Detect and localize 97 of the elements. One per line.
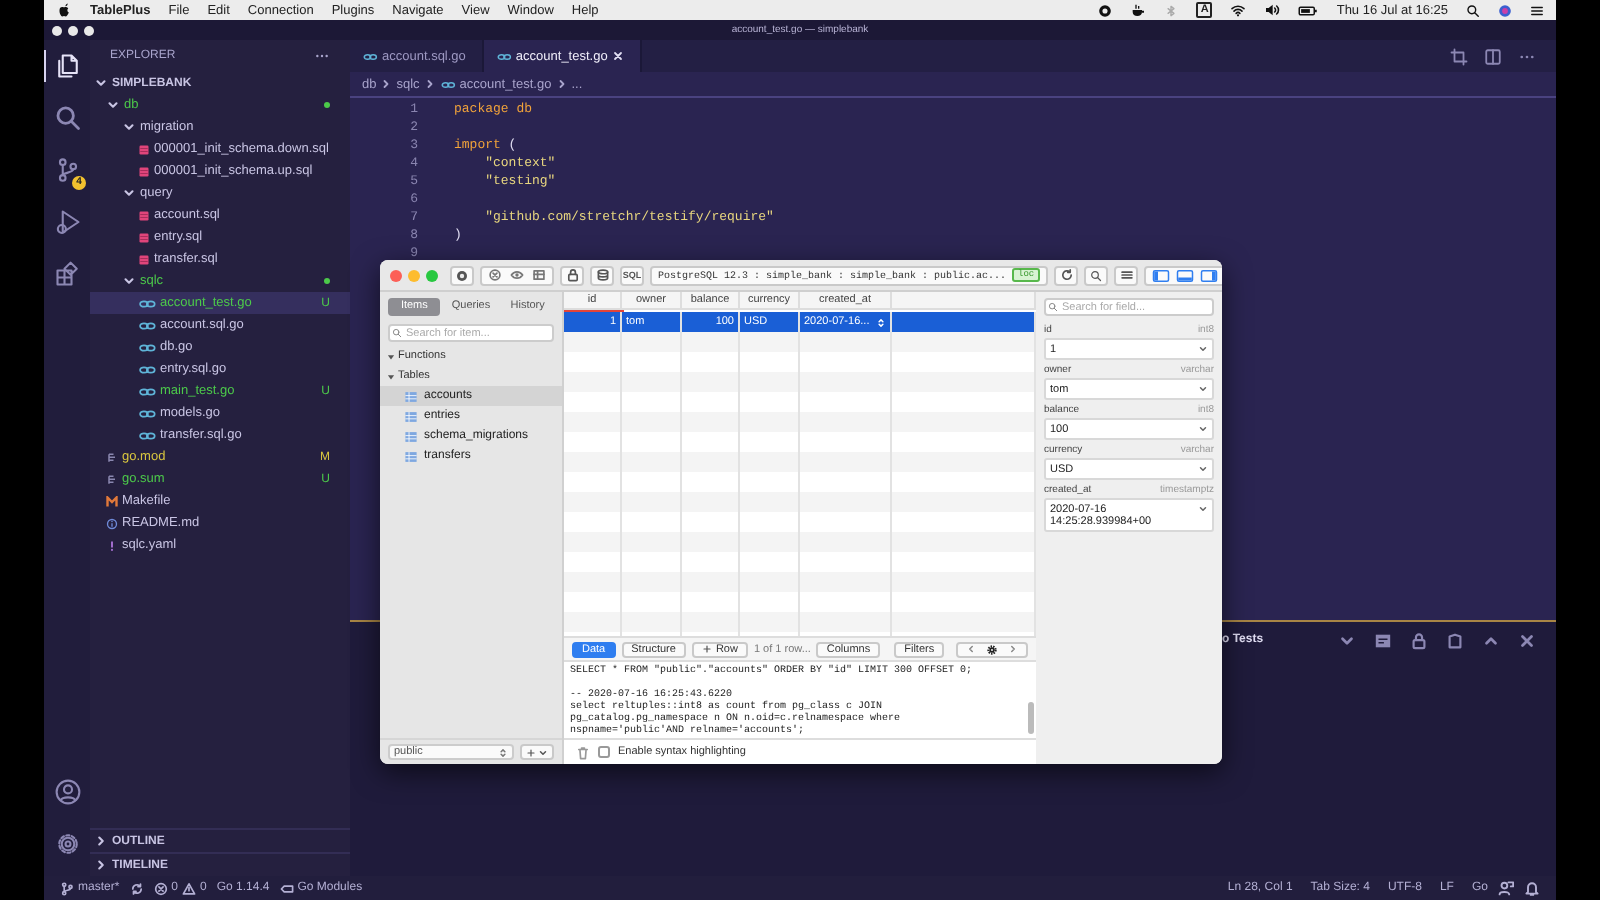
search-icon[interactable]: [1466, 3, 1480, 17]
search-button[interactable]: [1084, 265, 1109, 285]
checkbox[interactable]: [598, 746, 610, 759]
refresh-icon: [1059, 268, 1074, 282]
go-file-icon: [439, 79, 456, 89]
error-icon: [153, 881, 168, 895]
layout-toggle[interactable]: [1144, 265, 1222, 285]
database-file-icon: [138, 143, 150, 155]
go-file-icon: [138, 297, 156, 309]
chevron-left-icon: [966, 644, 976, 655]
branch-icon[interactable]: [53, 156, 81, 184]
power-icon: [456, 269, 468, 281]
trash-icon[interactable]: [576, 745, 590, 760]
makefile-icon: [106, 495, 118, 507]
database-file-icon: [138, 253, 150, 265]
right-panel-icon: [1200, 267, 1219, 283]
cup-icon[interactable]: [1130, 2, 1147, 18]
record-icon[interactable]: [1098, 3, 1113, 17]
table-icon: [532, 268, 546, 282]
lock-icon[interactable]: [1410, 631, 1428, 649]
close-icon[interactable]: [1518, 631, 1536, 649]
settings-icon: [986, 643, 998, 656]
wifi-icon[interactable]: [1230, 2, 1247, 18]
feedback-icon[interactable]: [1498, 880, 1514, 896]
apple-icon[interactable]: [56, 2, 72, 18]
table-cell: [892, 312, 1036, 332]
lines-icon: [106, 451, 118, 463]
scrollbar-thumb[interactable]: [1028, 702, 1034, 735]
split-editor-icon[interactable]: [1484, 47, 1502, 65]
database-button[interactable]: [590, 265, 614, 285]
branch-icon: [60, 881, 74, 895]
go-file-icon: [138, 407, 156, 419]
add-button[interactable]: [520, 744, 554, 760]
left-panel-icon: [1152, 267, 1171, 283]
battery-icon[interactable]: [1298, 3, 1319, 17]
go-file-icon: [138, 429, 156, 441]
go-file-icon: [138, 385, 156, 397]
settings-icon[interactable]: [53, 830, 81, 858]
lock-icon: [565, 268, 579, 282]
files-icon[interactable]: [54, 52, 82, 80]
table-icon: [404, 429, 418, 443]
run-icon[interactable]: [53, 208, 81, 236]
stepper-icon: [876, 317, 886, 327]
database-file-icon: [138, 165, 150, 177]
volume-icon[interactable]: [1264, 2, 1281, 18]
table-icon: [404, 389, 418, 403]
compare-icon[interactable]: [1450, 47, 1468, 65]
search-icon: [1048, 302, 1058, 312]
chevron-icon: [423, 78, 436, 90]
rows-button[interactable]: [1114, 265, 1139, 285]
chevron-icon: [555, 78, 568, 90]
plus-icon: [701, 644, 712, 655]
stepper-icon: [498, 747, 508, 757]
go-file-icon: [138, 319, 156, 331]
chevron-icon: [1198, 503, 1208, 513]
exclamation-icon: [106, 539, 118, 551]
power-button[interactable]: [450, 265, 474, 285]
chevron-icon: [1198, 463, 1208, 473]
rows-icon: [1119, 268, 1134, 282]
sync-icon[interactable]: [129, 881, 144, 895]
go-file-icon: [138, 341, 156, 353]
stop-icon: [488, 268, 502, 282]
search-icon: [392, 328, 402, 338]
chevron-icon: [380, 78, 393, 90]
refresh-button[interactable]: [1054, 265, 1079, 285]
info-icon: [106, 517, 118, 529]
pager-control[interactable]: [956, 641, 1028, 658]
go-file-icon: [495, 51, 512, 61]
lock-button[interactable]: [560, 265, 584, 285]
go-file-icon: [362, 51, 378, 61]
chevron-icon: [1198, 423, 1208, 433]
extensions-icon[interactable]: [53, 260, 81, 288]
eye-icon: [510, 268, 524, 282]
database-file-icon: [138, 231, 150, 243]
chevron-icon: [1198, 383, 1208, 393]
plus-icon: [526, 747, 536, 757]
notification-center-icon[interactable]: [1530, 3, 1544, 17]
lines-icon: [106, 473, 118, 485]
account-icon[interactable]: [53, 778, 81, 806]
siri-icon[interactable]: [1498, 3, 1512, 17]
tag-icon: [279, 881, 294, 895]
bell-icon[interactable]: [1524, 880, 1540, 896]
chevron-icon: [1198, 343, 1208, 353]
list-icon[interactable]: [1374, 631, 1392, 649]
bottom-panel-icon: [1176, 267, 1195, 283]
chevron-icon[interactable]: [1482, 631, 1500, 649]
database-file-icon: [138, 209, 150, 221]
view-toolbar[interactable]: [480, 265, 554, 285]
chevron-icon: [538, 747, 548, 757]
database-icon: [595, 268, 609, 282]
warning-icon: [182, 881, 197, 895]
go-file-icon: [138, 363, 156, 375]
chevron-right-icon: [1008, 644, 1018, 655]
chevron-icon[interactable]: [1338, 631, 1356, 649]
search-icon: [1090, 269, 1103, 281]
table-icon: [404, 449, 418, 463]
table-icon: [404, 409, 418, 423]
